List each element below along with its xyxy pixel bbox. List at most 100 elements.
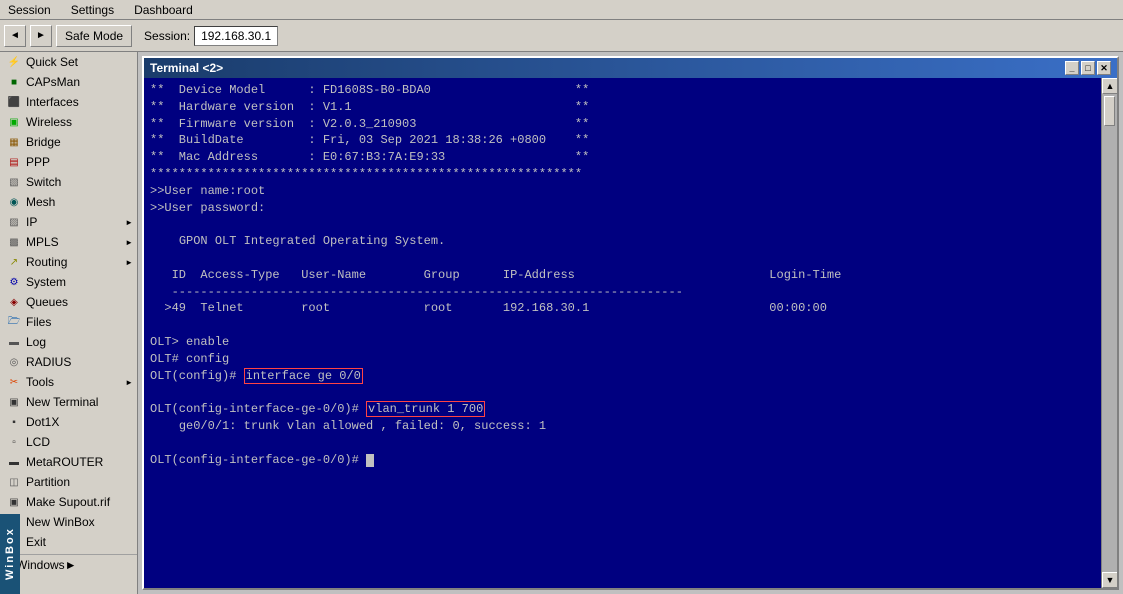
sidebar-label-mpls: MPLS	[26, 235, 59, 249]
sidebar-label-wireless: Wireless	[26, 115, 72, 129]
scroll-track[interactable]	[1102, 94, 1117, 572]
sidebar-label-capsman: CAPsMan	[26, 75, 80, 89]
sidebar-item-new-terminal[interactable]: ▣ New Terminal	[0, 392, 137, 412]
sidebar-label-ip: IP	[26, 215, 37, 229]
safe-mode-button[interactable]: Safe Mode	[56, 25, 132, 47]
ip-icon: ▨	[6, 214, 22, 230]
terminal-body[interactable]: ** Device Model : FD1608S-B0-BDA0 ** ** …	[144, 78, 1101, 588]
sidebar-item-ppp[interactable]: ▤ PPP	[0, 152, 137, 172]
sidebar-label-windows: Windows	[16, 558, 65, 572]
sidebar-item-dot1x[interactable]: ▪ Dot1X	[0, 412, 137, 432]
sidebar-item-radius[interactable]: ◎ RADIUS	[0, 352, 137, 372]
sidebar-label-switch: Switch	[26, 175, 61, 189]
main-layout: ⚡ Quick Set ■ CAPsMan ⬛ Interfaces ▣ Wir…	[0, 52, 1123, 594]
sidebar-label-new-terminal: New Terminal	[26, 395, 98, 409]
queues-icon: ◈	[6, 294, 22, 310]
sidebar-item-routing[interactable]: ↗ Routing ►	[0, 252, 137, 272]
sidebar-item-wireless[interactable]: ▣ Wireless	[0, 112, 137, 132]
sidebar-item-mpls[interactable]: ▩ MPLS ►	[0, 232, 137, 252]
sidebar-label-files: Files	[26, 315, 51, 329]
sidebar-item-mesh[interactable]: ◉ Mesh	[0, 192, 137, 212]
forward-button[interactable]: ►	[30, 25, 52, 47]
sidebar-label-lcd: LCD	[26, 435, 50, 449]
windows-arrow-icon: ►	[65, 558, 77, 572]
terminal-content-wrapper: ** Device Model : FD1608S-B0-BDA0 ** ** …	[144, 78, 1117, 588]
sidebar-item-new-winbox[interactable]: ⬡ New WinBox	[0, 512, 137, 532]
make-supout-icon: ▣	[6, 494, 22, 510]
metarouter-icon: ▬	[6, 454, 22, 470]
scroll-up-button[interactable]: ▲	[1102, 78, 1117, 94]
mpls-icon: ▩	[6, 234, 22, 250]
sidebar-label-queues: Queues	[26, 295, 68, 309]
sidebar-item-metarouter[interactable]: ▬ MetaROUTER	[0, 452, 137, 472]
sidebar-label-metarouter: MetaROUTER	[26, 455, 103, 469]
sidebar-label-make-supout: Make Supout.rif	[26, 495, 110, 509]
wireless-icon: ▣	[6, 114, 22, 130]
sidebar-item-quick-set[interactable]: ⚡ Quick Set	[0, 52, 137, 72]
winbox-label: WinBox	[0, 514, 20, 594]
forward-icon: ►	[36, 30, 46, 41]
sidebar-item-capsman[interactable]: ■ CAPsMan	[0, 72, 137, 92]
sidebar-label-quick-set: Quick Set	[26, 55, 78, 69]
menu-dashboard[interactable]: Dashboard	[130, 2, 197, 18]
sidebar-item-make-supout[interactable]: ▣ Make Supout.rif	[0, 492, 137, 512]
sidebar-label-system: System	[26, 275, 66, 289]
sidebar-label-routing: Routing	[26, 255, 67, 269]
sidebar-label-log: Log	[26, 335, 46, 349]
radius-icon: ◎	[6, 354, 22, 370]
new-terminal-icon: ▣	[6, 394, 22, 410]
mpls-arrow-icon: ►	[125, 238, 133, 247]
terminal-close-button[interactable]: ✕	[1097, 61, 1111, 75]
toolbar: ◄ ► Safe Mode Session: 192.168.30.1	[0, 20, 1123, 52]
sidebar-item-exit[interactable]: ✖ Exit	[0, 532, 137, 552]
scroll-down-icon: ▼	[1106, 575, 1115, 585]
lcd-icon: ▫	[6, 434, 22, 450]
sidebar-label-tools: Tools	[26, 375, 54, 389]
terminal-minimize-button[interactable]: _	[1065, 61, 1079, 75]
sidebar-label-ppp: PPP	[26, 155, 50, 169]
sidebar-item-switch[interactable]: ▧ Switch	[0, 172, 137, 192]
routing-arrow-icon: ►	[125, 258, 133, 267]
sidebar-item-files[interactable]: 🗁 Files	[0, 312, 137, 332]
capsman-icon: ■	[6, 74, 22, 90]
sidebar-label-partition: Partition	[26, 475, 70, 489]
terminal-window: Terminal <2> _ □ ✕ ** Device Model	[142, 56, 1119, 590]
sidebar-item-partition[interactable]: ◫ Partition	[0, 472, 137, 492]
switch-icon: ▧	[6, 174, 22, 190]
sidebar: ⚡ Quick Set ■ CAPsMan ⬛ Interfaces ▣ Wir…	[0, 52, 138, 594]
sidebar-item-log[interactable]: ▬ Log	[0, 332, 137, 352]
routing-icon: ↗	[6, 254, 22, 270]
tools-arrow-icon: ►	[125, 378, 133, 387]
sidebar-label-interfaces: Interfaces	[26, 95, 79, 109]
scroll-down-button[interactable]: ▼	[1102, 572, 1117, 588]
mesh-icon: ◉	[6, 194, 22, 210]
back-icon: ◄	[10, 30, 20, 41]
terminal-output: ** Device Model : FD1608S-B0-BDA0 ** ** …	[150, 82, 1095, 468]
sidebar-item-ip[interactable]: ▨ IP ►	[0, 212, 137, 232]
dot1x-icon: ▪	[6, 414, 22, 430]
tools-icon: ✂	[6, 374, 22, 390]
sidebar-item-interfaces[interactable]: ⬛ Interfaces	[0, 92, 137, 112]
terminal-restore-button[interactable]: □	[1081, 61, 1095, 75]
terminal-scrollbar: ▲ ▼	[1101, 78, 1117, 588]
interfaces-icon: ⬛	[6, 94, 22, 110]
session-ip[interactable]: 192.168.30.1	[194, 26, 278, 46]
sidebar-item-system[interactable]: ⚙ System	[0, 272, 137, 292]
sidebar-item-lcd[interactable]: ▫ LCD	[0, 432, 137, 452]
scroll-thumb[interactable]	[1104, 96, 1115, 126]
terminal-titlebar: Terminal <2> _ □ ✕	[144, 58, 1117, 78]
sidebar-item-tools[interactable]: ✂ Tools ►	[0, 372, 137, 392]
restore-icon: □	[1085, 63, 1090, 73]
terminal-controls: _ □ ✕	[1065, 61, 1111, 75]
sidebar-item-bridge[interactable]: ▦ Bridge	[0, 132, 137, 152]
menu-bar: Session Settings Dashboard	[0, 0, 1123, 20]
menu-settings[interactable]: Settings	[67, 2, 118, 18]
sidebar-item-windows[interactable]: ▬ Windows ►	[0, 554, 137, 574]
ppp-icon: ▤	[6, 154, 22, 170]
back-button[interactable]: ◄	[4, 25, 26, 47]
menu-session[interactable]: Session	[4, 2, 55, 18]
ip-arrow-icon: ►	[125, 218, 133, 227]
sidebar-label-new-winbox: New WinBox	[26, 515, 95, 529]
sidebar-item-queues[interactable]: ◈ Queues	[0, 292, 137, 312]
log-icon: ▬	[6, 334, 22, 350]
